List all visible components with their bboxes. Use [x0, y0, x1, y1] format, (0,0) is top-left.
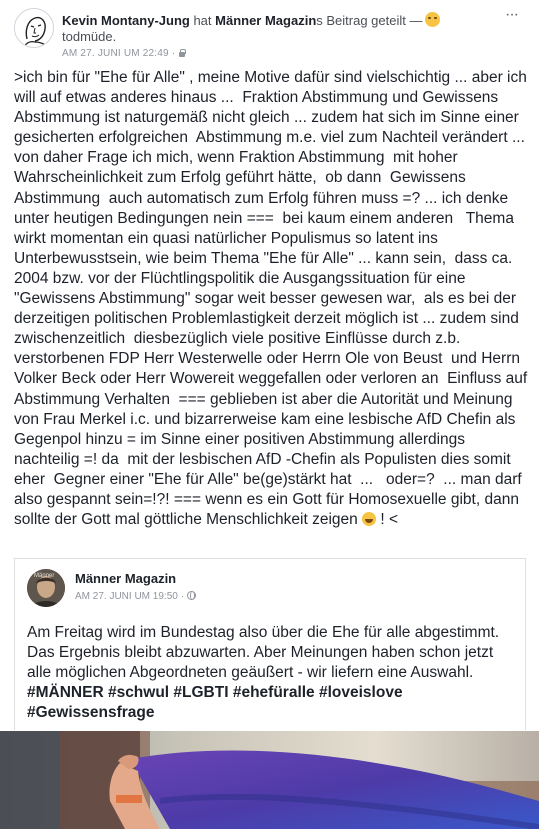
shared-meta: AM 27. JUNI UM 19:50 · — [75, 591, 197, 602]
shared-hashtags[interactable]: #MÄNNER #schwul #LGBTI #ehefüralle #love… — [27, 683, 519, 723]
sleepy-emoji-icon — [425, 12, 441, 27]
shared-timestamp[interactable]: AM 27. JUNI UM 19:50 — [75, 591, 178, 602]
facebook-post: Kevin Montany-Jung hat Männer Magazins B… — [0, 0, 539, 829]
post-text-end: ! < — [376, 511, 399, 529]
shared-action-text: hat — [189, 13, 216, 28]
shared-post-card[interactable]: Männer Männer Magazin AM 27. JUNI UM 19:… — [14, 558, 526, 730]
meta-separator: · — [171, 48, 176, 59]
avatar-label: Männer — [34, 573, 54, 579]
author-name[interactable]: Kevin Montany-Jung — [62, 13, 190, 28]
globe-icon[interactable] — [187, 591, 197, 600]
post-body: >ich bin für "Ehe für Alle" , meine Moti… — [14, 68, 530, 530]
shared-action-suffix: s Beitrag geteilt — — [316, 13, 423, 28]
rainbow-flag-photo — [0, 731, 539, 829]
author-avatar[interactable] — [14, 8, 54, 48]
laughing-emoji-icon — [362, 512, 377, 527]
more-options-icon[interactable]: ··· — [505, 6, 519, 24]
shared-page-link[interactable]: Männer Magazin — [215, 13, 316, 28]
shared-page-name[interactable]: Männer Magazin — [75, 571, 176, 586]
portrait-avatar-icon: Männer — [27, 569, 65, 607]
post-text: >ich bin für "Ehe für Alle" , meine Moti… — [14, 69, 532, 529]
post-header: Kevin Montany-Jung hat Männer Magazins B… — [62, 12, 482, 29]
shared-meta-separator: · — [180, 591, 185, 602]
lock-icon[interactable] — [178, 49, 187, 57]
shared-page-avatar[interactable]: Männer — [27, 569, 65, 607]
sketch-face-avatar-icon — [15, 9, 53, 47]
shared-photo[interactable] — [0, 731, 539, 829]
post-meta: AM 27. JUNI UM 22:49 · — [62, 48, 187, 59]
shared-post-text: Am Freitag wird im Bundestag also über d… — [27, 624, 500, 681]
feeling-text: todmüde. — [62, 29, 117, 44]
post-timestamp[interactable]: AM 27. JUNI UM 22:49 — [62, 48, 169, 59]
